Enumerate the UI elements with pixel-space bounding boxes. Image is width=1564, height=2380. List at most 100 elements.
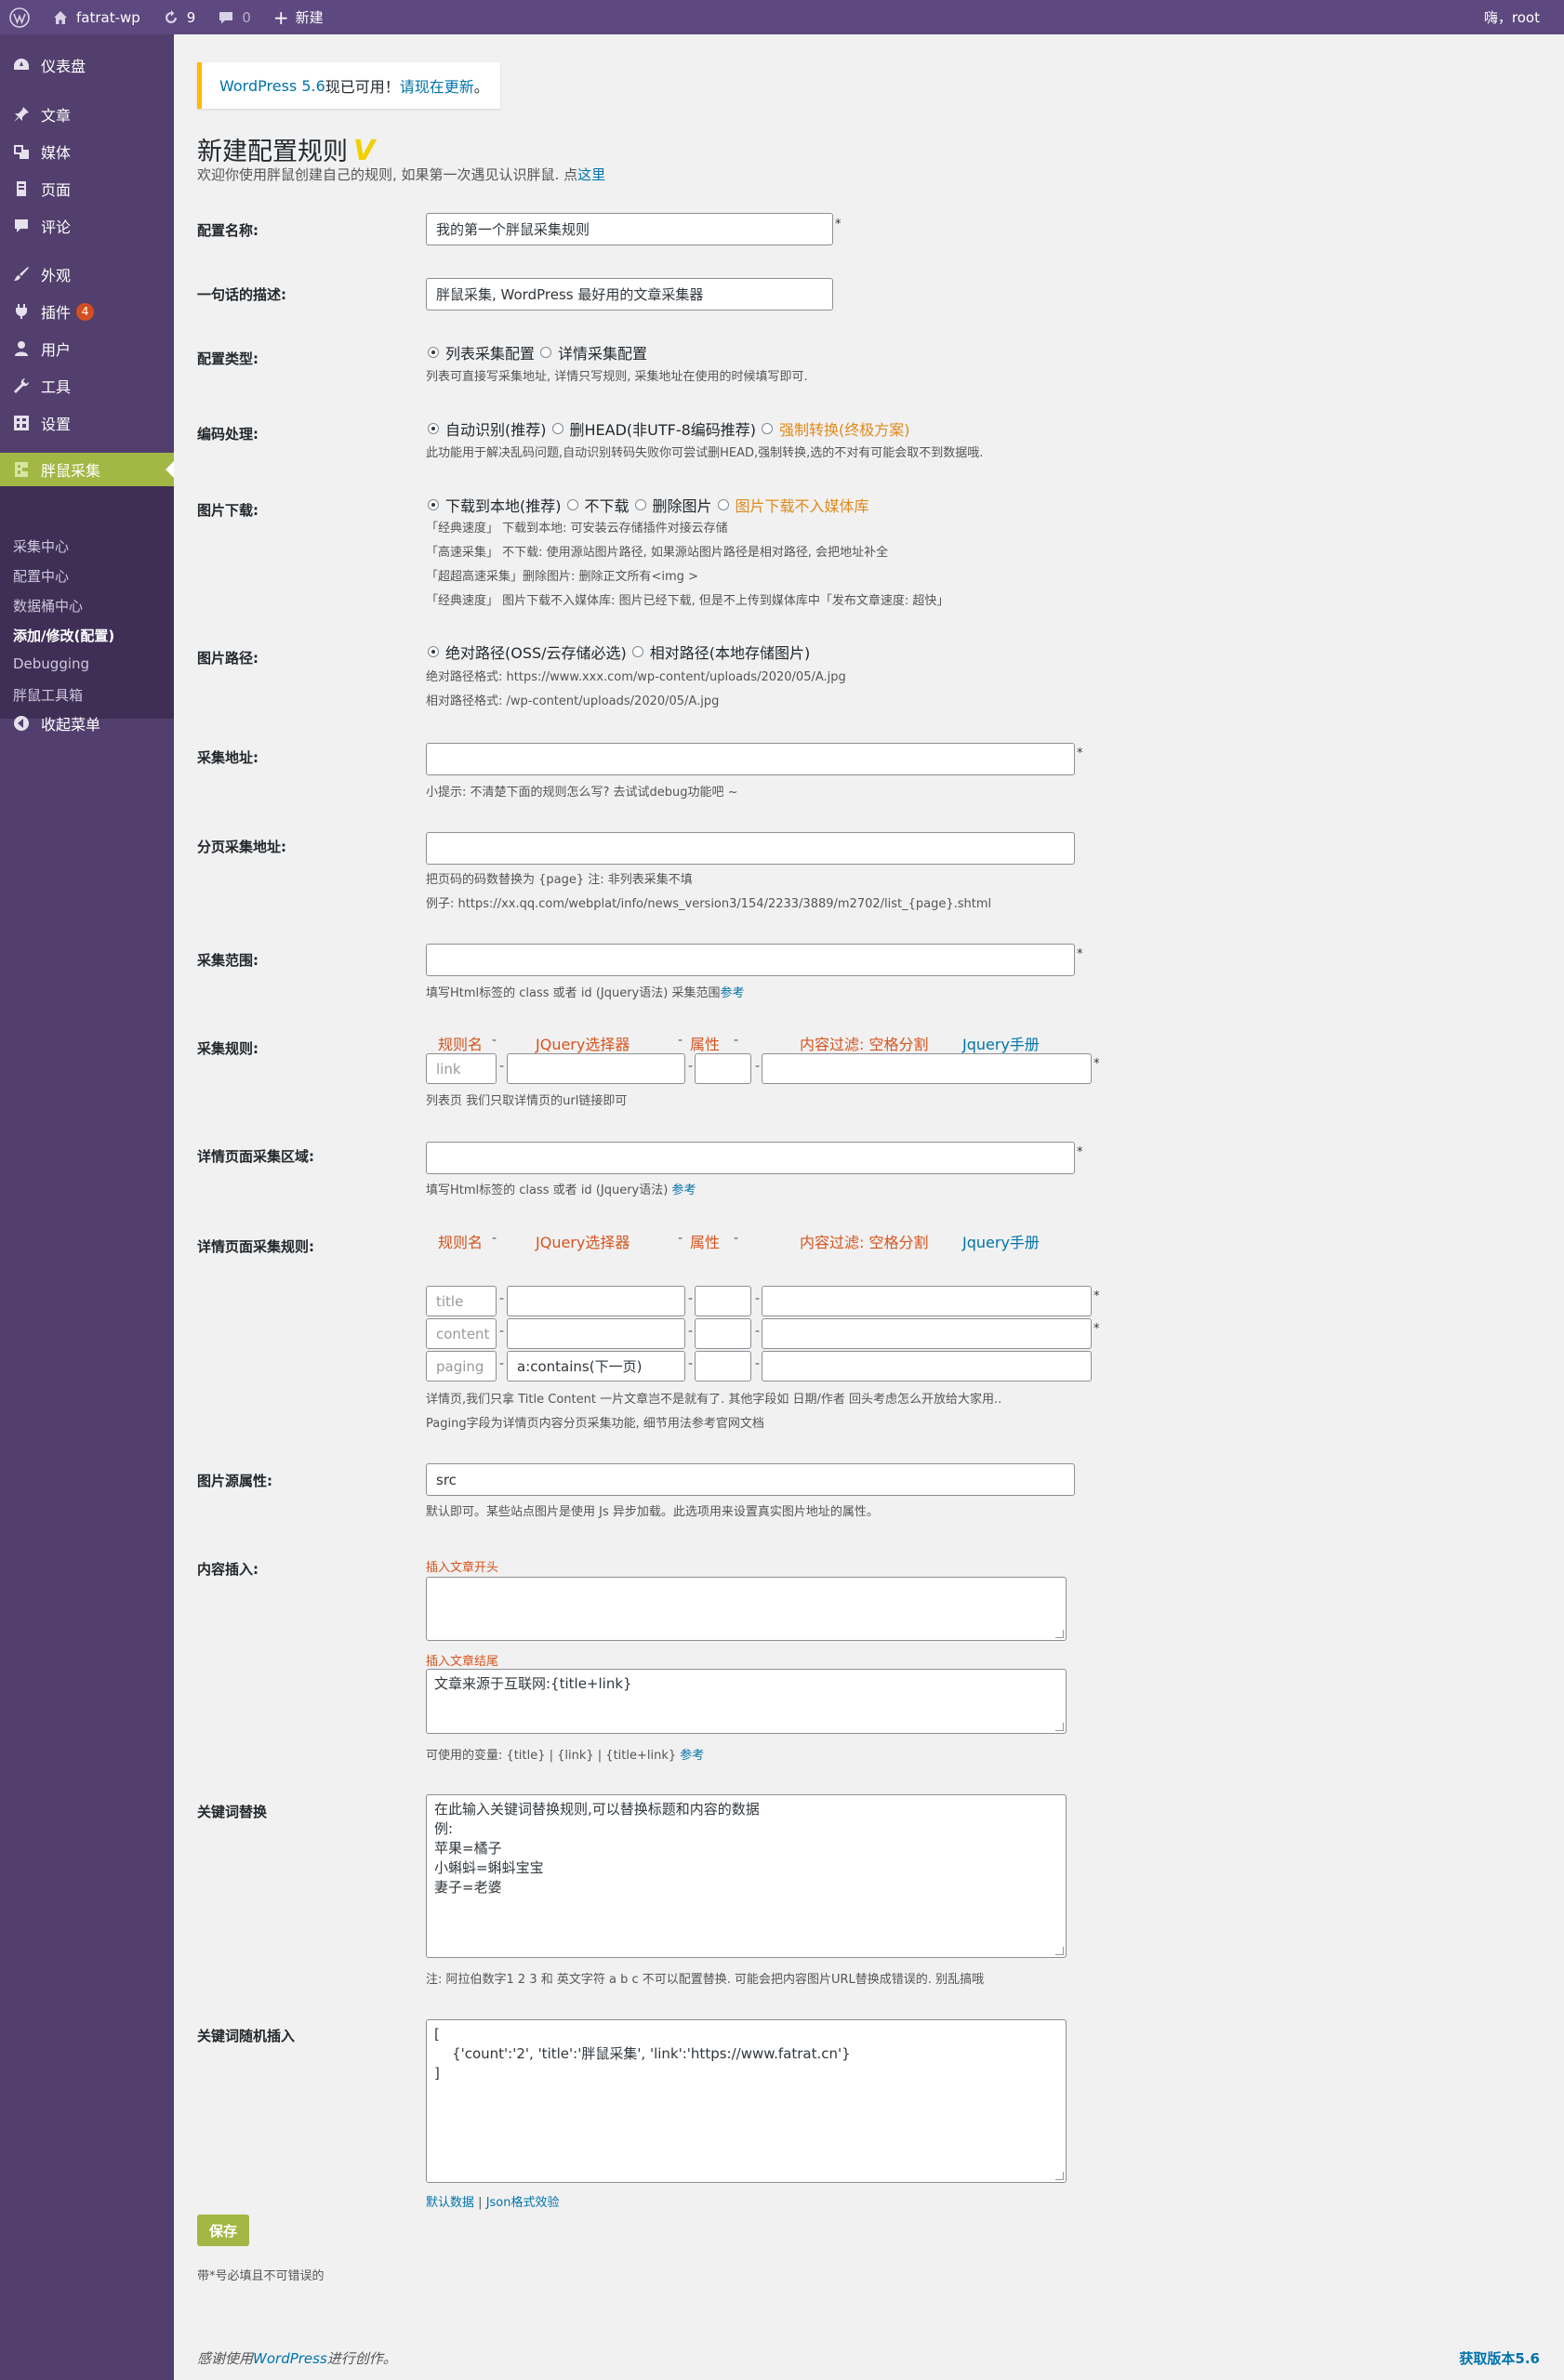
encoding-label: 编码处理: xyxy=(197,426,258,443)
wordpress-logo-icon[interactable] xyxy=(0,0,41,34)
site-name-link[interactable]: fatrat-wp xyxy=(41,0,152,34)
radio-no-media-library[interactable] xyxy=(717,499,729,510)
detail-rule-filter-input[interactable] xyxy=(762,1351,1092,1382)
admin-sidebar: 仪表盘 文章 媒体 页面 评论 外观 插件 4 用户 工具 设置 胖鼠采集 采集… xyxy=(0,34,174,2380)
menu-settings[interactable]: 设置 xyxy=(0,406,174,440)
collect-url-input[interactable] xyxy=(426,743,1075,775)
description-input[interactable]: 胖鼠采集, WordPress 最好用的文章采集器 xyxy=(426,278,833,311)
radio-delete-images[interactable] xyxy=(634,499,646,510)
rule-filter-input[interactable] xyxy=(762,1053,1092,1084)
radio-detail-config[interactable] xyxy=(540,347,552,358)
collapse-icon xyxy=(11,713,32,734)
new-content-link[interactable]: + 新建 xyxy=(262,0,335,34)
radio-relative-path[interactable] xyxy=(631,646,643,657)
save-button[interactable]: 保存 xyxy=(197,2215,249,2246)
detail-area-reference-link[interactable]: 参考 xyxy=(671,1183,696,1197)
submenu-data-bucket[interactable]: 数据桶中心 xyxy=(13,596,83,615)
radio-no-download[interactable] xyxy=(566,499,578,510)
menu-label: 外观 xyxy=(41,267,72,284)
config-type-radios: 列表采集配置 详情采集配置 xyxy=(426,341,647,364)
paging-url-desc-2: 例子: https://xx.qq.com/webplat/info/news_… xyxy=(426,897,992,911)
menu-media[interactable]: 媒体 xyxy=(0,135,174,168)
menu-collapse[interactable]: 收起菜单 xyxy=(0,707,174,740)
default-data-link[interactable]: 默认数据 xyxy=(426,2196,474,2210)
content-insert-label: 内容插入: xyxy=(197,1561,258,1578)
detail-rule-attribute-input[interactable] xyxy=(695,1286,751,1316)
submenu-debugging[interactable]: Debugging xyxy=(13,655,89,672)
radio-absolute-path[interactable] xyxy=(428,646,439,657)
range-input[interactable] xyxy=(426,944,1075,976)
detail-rule-name-field[interactable]: content xyxy=(426,1318,497,1349)
rule-name-field[interactable]: link xyxy=(426,1053,497,1084)
home-icon xyxy=(52,9,69,26)
detail-rule-filter-input[interactable] xyxy=(762,1318,1092,1349)
detail-area-desc-text: 填写Html标签的 class 或者 id (Jquery语法) xyxy=(426,1183,669,1197)
wordpress-link[interactable]: WordPress xyxy=(253,2350,327,2367)
radio-download-local[interactable] xyxy=(428,499,439,510)
menu-users[interactable]: 用户 xyxy=(0,332,174,365)
detail-rule-selector-input[interactable]: a:contains(下一页) xyxy=(507,1351,685,1382)
insert-head-textarea[interactable] xyxy=(426,1577,1067,1641)
paging-url-input[interactable] xyxy=(426,832,1075,865)
keyword-random-textarea[interactable]: [ {'count':'2', 'title':'胖鼠采集', 'link':'… xyxy=(426,2019,1067,2183)
detail-rule-filter-input[interactable] xyxy=(762,1286,1092,1316)
menu-plugins[interactable]: 插件 4 xyxy=(0,295,174,328)
image-download-desc-1: 「经典速度」 下载到本地: 可安装云存储插件对接云存储 xyxy=(426,522,728,536)
json-validate-link[interactable]: Json格式效验 xyxy=(486,2196,560,2210)
menu-posts[interactable]: 文章 xyxy=(0,98,174,131)
get-version-link[interactable]: 获取版本5.6 xyxy=(1459,2348,1540,2368)
detail-rule-selector-input[interactable] xyxy=(507,1318,685,1349)
jquery-manual-link[interactable]: Jquery手册 xyxy=(962,1032,1040,1054)
comment-bubble-icon xyxy=(218,9,234,26)
field-separator: - xyxy=(755,1059,761,1074)
detail-rule-selector-input[interactable] xyxy=(507,1286,685,1316)
site-name: fatrat-wp xyxy=(76,8,140,26)
vars-reference-link[interactable]: 参考 xyxy=(680,1749,704,1763)
detail-rule-name-field[interactable]: title xyxy=(426,1286,497,1316)
submenu-collect-center[interactable]: 采集中心 xyxy=(13,536,69,556)
submenu-add-edit-config[interactable]: 添加/修改(配置) xyxy=(13,626,114,645)
submenu-config-center[interactable]: 配置中心 xyxy=(13,566,69,586)
intro-here-link[interactable]: 这里 xyxy=(577,166,605,183)
rule-attribute-input[interactable] xyxy=(695,1053,751,1084)
menu-appearance[interactable]: 外观 xyxy=(0,258,174,291)
updates-link[interactable]: 9 xyxy=(152,0,207,34)
detail-rule-name-field[interactable]: paging xyxy=(426,1351,497,1382)
header-separator: - xyxy=(678,1033,683,1048)
radio-force-convert[interactable] xyxy=(762,423,774,434)
menu-tools[interactable]: 工具 xyxy=(0,369,174,403)
radio-remove-head[interactable] xyxy=(551,423,563,434)
account-greeting[interactable]: 嗨，root xyxy=(1473,0,1564,34)
selector-header: JQuery选择器 xyxy=(536,1036,630,1053)
comments-link[interactable]: 0 xyxy=(206,0,262,34)
menu-pages[interactable]: 页面 xyxy=(0,172,174,205)
menu-fatrat[interactable]: 胖鼠采集 xyxy=(0,453,174,486)
image-src-input[interactable]: src xyxy=(426,1463,1075,1496)
plus-icon: + xyxy=(272,6,289,29)
update-now-link[interactable]: 请现在更新 xyxy=(400,74,474,97)
insert-tail-textarea[interactable]: 文章来源于互联网:{title+link} xyxy=(426,1669,1067,1734)
radio-list-config[interactable] xyxy=(428,347,439,358)
rule-selector-input[interactable] xyxy=(507,1053,685,1084)
footer-credit: 感谢使用WordPress进行创作。 xyxy=(197,2348,397,2368)
detail-rule-attribute-input[interactable] xyxy=(695,1351,751,1382)
selector-header: JQuery选择器 xyxy=(536,1234,630,1251)
detail-area-input[interactable] xyxy=(426,1142,1075,1174)
field-separator: - xyxy=(755,1324,761,1339)
detail-rule-attribute-input[interactable] xyxy=(695,1318,751,1349)
menu-dashboard[interactable]: 仪表盘 xyxy=(0,48,174,82)
detail-rules-desc-2: Paging字段为详情页内容分页采集功能, 细节用法参考官网文档 xyxy=(426,1417,764,1431)
config-name-input[interactable]: 我的第一个胖鼠采集规则 xyxy=(426,213,833,245)
pin-icon xyxy=(11,104,32,125)
range-desc-text: 填写Html标签的 class 或者 id (Jquery语法) 采集范围 xyxy=(426,986,721,1000)
refresh-icon xyxy=(163,9,179,26)
menu-comments[interactable]: 评论 xyxy=(0,209,174,243)
keyword-replace-textarea[interactable]: 在此输入关键词替换规则,可以替换标题和内容的数据 例: 苹果=橘子 小蝌蚪=蝌蚪… xyxy=(426,1794,1067,1958)
image-path-radios: 绝对路径(OSS/云存储必选) 相对路径(本地存储图片) xyxy=(426,641,810,663)
notice-suffix: 。 xyxy=(473,78,489,96)
submenu-toolbox[interactable]: 胖鼠工具箱 xyxy=(13,685,83,705)
range-reference-link[interactable]: 参考 xyxy=(720,986,744,1000)
jquery-manual-link[interactable]: Jquery手册 xyxy=(962,1230,1040,1252)
page-title-text: 新建配置规则 xyxy=(197,138,348,166)
radio-auto-detect[interactable] xyxy=(428,423,439,434)
